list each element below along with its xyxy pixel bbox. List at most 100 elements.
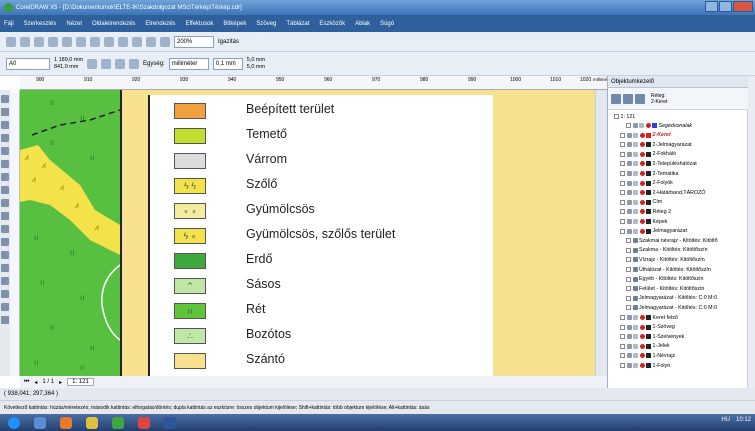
expand-icon[interactable] [620, 353, 625, 359]
save-icon[interactable] [34, 36, 44, 47]
legend-row[interactable]: Beépített terület [150, 101, 495, 121]
printer-icon[interactable] [633, 190, 638, 196]
expand-icon[interactable] [620, 228, 625, 234]
expand-icon[interactable] [620, 190, 625, 196]
expand-icon[interactable] [620, 180, 625, 186]
visibility-eye-icon[interactable] [626, 315, 632, 320]
freehand-tool-icon[interactable] [1, 147, 9, 155]
legend-row[interactable]: Temető [150, 126, 495, 146]
legend-panel[interactable]: Beépített terület Temető Várrom ϟ ϟ Szől… [148, 95, 493, 376]
printer-icon[interactable] [633, 132, 638, 138]
printer-icon[interactable] [633, 219, 638, 224]
menu-item-text[interactable]: Szöveg [256, 21, 276, 27]
duplicate-y-field[interactable]: 5,0 mm [247, 64, 265, 70]
docker-tabs[interactable] [748, 76, 755, 388]
maximize-button[interactable] [719, 1, 732, 12]
legend-row[interactable]: ϟ ϟ Szőlő [150, 176, 495, 196]
lock-icon[interactable] [639, 353, 645, 359]
expand-icon[interactable] [620, 219, 625, 224]
show-properties-icon[interactable] [611, 93, 621, 104]
lock-icon[interactable] [639, 324, 645, 330]
lock-icon[interactable] [639, 151, 645, 157]
lock-icon[interactable] [639, 228, 645, 234]
expand-icon[interactable] [620, 171, 625, 176]
import-icon[interactable] [132, 36, 142, 47]
tree-layer-node[interactable]: Felület - Kitöltés: Kitöltőszín [626, 284, 704, 293]
visibility-eye-icon[interactable] [626, 219, 632, 224]
legend-row[interactable]: ıı Rét [150, 301, 495, 321]
tree-layer-node[interactable]: 2-Határband,TÁROZÓ [620, 188, 706, 197]
menu-item-help[interactable]: Súgó [380, 21, 394, 27]
acrobat-taskbar-icon[interactable] [138, 416, 150, 429]
tree-layer-node[interactable]: 2-Településhálózat [620, 159, 697, 168]
tree-layer-node[interactable]: 2-Folyók [620, 179, 673, 188]
legend-row[interactable]: ∴ Bozótos [150, 326, 495, 346]
tree-layer-node[interactable]: Jelmagyarázat [620, 227, 687, 236]
expand-icon[interactable] [620, 324, 625, 330]
tree-layer-node[interactable]: 1-Jelek [620, 342, 670, 351]
expand-icon[interactable] [626, 295, 631, 301]
tree-layer-node[interactable]: 1-Szelvények [620, 332, 684, 341]
table-tool-icon[interactable] [1, 238, 9, 246]
menu-item-table[interactable]: Táblázat [286, 21, 309, 27]
explorer-taskbar-icon[interactable] [34, 416, 46, 429]
printer-icon[interactable] [633, 161, 638, 167]
menu-item-layout[interactable]: Oldalelrendezés [92, 21, 135, 27]
printer-icon[interactable] [633, 343, 638, 349]
legend-row[interactable]: ⌃ Sásos [150, 276, 495, 296]
vertical-scrollbar[interactable] [595, 90, 607, 376]
printer-icon[interactable] [633, 142, 638, 148]
visibility-eye-icon[interactable] [626, 199, 632, 205]
menu-item-window[interactable]: Ablak [355, 21, 370, 27]
expand-icon[interactable] [626, 267, 631, 272]
prev-page-icon[interactable]: ◂ [34, 379, 37, 386]
printer-icon[interactable] [633, 334, 638, 340]
horizontal-ruler[interactable]: 900 910 920 930 940 950 960 970 980 990 … [20, 76, 612, 90]
tree-layer-node[interactable]: Úthálózat - Kitöltés: Kitöltőszín [626, 265, 711, 274]
visibility-eye-icon[interactable] [626, 180, 632, 186]
landscape-icon[interactable] [101, 58, 112, 69]
units-select[interactable]: milliméter [168, 57, 209, 70]
tree-layer-node[interactable]: Jelmagyarázat - Kitöltés: C:0 M:0 [626, 294, 717, 303]
text-tool-icon[interactable] [1, 225, 9, 233]
media-player-taskbar-icon[interactable] [60, 416, 72, 429]
lock-icon[interactable] [645, 123, 651, 128]
lock-icon[interactable] [639, 209, 645, 215]
tree-layer-node[interactable]: Képek [620, 217, 668, 226]
visibility-eye-icon[interactable] [626, 171, 632, 176]
visibility-eye-icon[interactable] [626, 190, 632, 196]
printer-icon[interactable] [633, 199, 638, 205]
smart-fill-tool-icon[interactable] [1, 160, 9, 168]
lock-icon[interactable] [639, 132, 645, 138]
printer-icon[interactable] [633, 363, 638, 368]
expand-icon[interactable] [626, 123, 631, 128]
blend-tool-icon[interactable] [1, 277, 9, 285]
tree-layer-node[interactable]: Szakmai névrajz - Kitöltés: Kitöltő [626, 236, 718, 245]
lock-icon[interactable] [639, 334, 645, 340]
tree-layer-node[interactable]: Jelmagyarázat - Kitöltés: C:0 M:0 [626, 303, 717, 312]
expand-icon[interactable] [620, 132, 625, 138]
tree-layer-node[interactable]: 2-Keret [620, 131, 671, 140]
lock-icon[interactable] [639, 199, 645, 205]
export-icon[interactable] [146, 36, 156, 47]
next-page-icon[interactable]: ▸ [59, 379, 62, 386]
first-page-icon[interactable]: ⏮ [24, 379, 29, 386]
clock[interactable]: 10:12 [736, 417, 751, 423]
printer-icon[interactable] [633, 353, 638, 359]
expand-icon[interactable] [620, 209, 625, 215]
printer-icon[interactable] [633, 209, 638, 215]
expand-icon[interactable] [620, 199, 625, 205]
expand-icon[interactable] [620, 161, 625, 167]
tree-layer-node[interactable]: Vízrajz - Kitöltés: Kitöltőszín [626, 255, 705, 264]
tree-layer-node[interactable]: 1-Folyó [620, 361, 670, 370]
lock-icon[interactable] [639, 315, 645, 320]
drawing-canvas[interactable]: ıı ıı ıı ıı ıı ıı ıı ıı ıı ıı ıı ıı Beép… [20, 90, 595, 376]
tree-layer-node[interactable]: Keret felső [620, 313, 678, 322]
chrome-taskbar-icon[interactable] [86, 416, 98, 429]
open-icon[interactable] [20, 36, 30, 47]
visibility-eye-icon[interactable] [626, 343, 632, 349]
tree-layer-node[interactable]: Cím [620, 198, 662, 207]
visibility-eye-icon[interactable] [626, 363, 632, 368]
legend-row[interactable]: ∘ ∘ Gyümölcsös [150, 201, 495, 221]
lock-icon[interactable] [639, 180, 645, 186]
